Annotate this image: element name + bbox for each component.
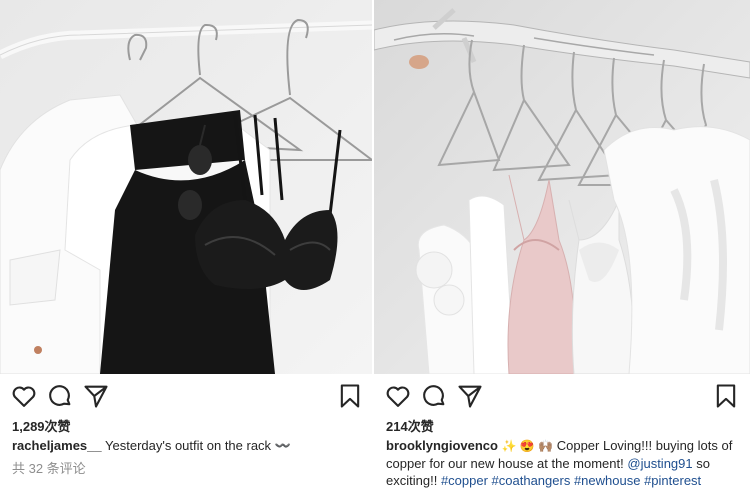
- post-caption: brooklyngiovenco ✨ 😍 🙌🏽 Copper Loving!!!…: [386, 437, 740, 489]
- bookmark-icon[interactable]: [712, 382, 740, 410]
- hashtag-link[interactable]: #pinterest: [644, 473, 701, 488]
- caption-text: Yesterday's outfit on the rack: [105, 438, 272, 453]
- comment-icon[interactable]: [420, 382, 448, 410]
- post-photo-2[interactable]: [374, 0, 750, 374]
- share-icon[interactable]: [456, 382, 484, 410]
- post-caption: racheljames__ Yesterday's outfit on the …: [12, 437, 362, 454]
- heart-icon[interactable]: [384, 382, 412, 410]
- mention-link[interactable]: @justing91: [627, 456, 692, 471]
- post-actions-2: [374, 380, 750, 414]
- username[interactable]: racheljames__: [12, 438, 102, 453]
- post-photo-1[interactable]: [0, 0, 372, 374]
- hashtag-link[interactable]: #coathangers: [492, 473, 571, 488]
- hashtag-link[interactable]: #newhouse: [574, 473, 641, 488]
- comment-icon[interactable]: [46, 382, 74, 410]
- caption-emoji: 〰️: [274, 438, 291, 453]
- heart-icon[interactable]: [10, 382, 38, 410]
- post-card-1: 1,289次赞 racheljames__ Yesterday's outfit…: [0, 0, 372, 496]
- like-count[interactable]: 1,289次赞: [12, 416, 71, 435]
- username[interactable]: brooklyngiovenco: [386, 438, 498, 453]
- like-count[interactable]: 214次赞: [386, 416, 434, 435]
- caption-emojis: ✨ 😍 🙌🏽: [501, 439, 554, 453]
- post-actions-1: [0, 380, 372, 414]
- post-card-2: 214次赞 brooklyngiovenco ✨ 😍 🙌🏽 Copper Lov…: [374, 0, 750, 496]
- share-icon[interactable]: [82, 382, 110, 410]
- bookmark-icon[interactable]: [336, 382, 364, 410]
- view-comments-link[interactable]: 共 32 条评论: [12, 458, 86, 477]
- hashtag-link[interactable]: #copper: [441, 473, 488, 488]
